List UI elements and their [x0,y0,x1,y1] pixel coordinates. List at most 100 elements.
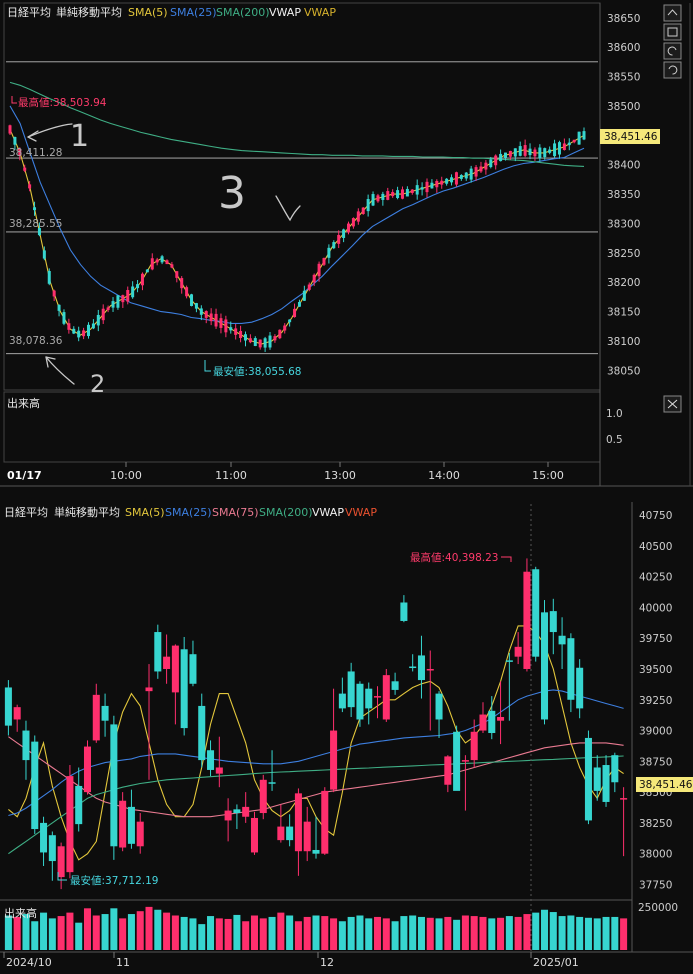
daily-legend-sma5[interactable]: SMA(5) [125,506,165,519]
daily-candle-3 [31,741,39,830]
daily-legend-vwap-1[interactable]: VWAP [312,506,344,519]
daily-y-tick-39250: 39250 [639,695,672,707]
intraday-y-tick-38300: 38300 [607,218,640,230]
daily-candle-35 [312,849,320,854]
intraday-candle-22 [116,295,120,308]
intraday-candle-52 [263,338,267,348]
daily-volume-bar-5 [48,918,56,950]
intraday-candle-25 [131,286,135,298]
daily-volume-bar-43 [382,918,390,950]
intraday-y-tick-38350: 38350 [607,189,640,201]
intraday-candle-73 [366,199,370,212]
daily-x-tick-12: 12 [320,956,334,969]
daily-candle-19 [171,645,179,693]
redo-button[interactable] [663,61,682,79]
daily-volume-bar-42 [374,916,382,950]
daily-volume-bar-21 [189,918,197,950]
intraday-price-tag: 38,451.46 [604,131,658,143]
daily-volume-bar-53 [470,916,478,950]
intraday-candle-0 [8,125,12,134]
intraday-candle-53 [268,335,272,348]
intraday-candle-72 [361,207,365,214]
daily-volume-bar-22 [198,924,206,950]
intraday-x-tick-10:00: 10:00 [110,469,142,482]
daily-volume-bar-70 [620,918,628,950]
daily-volume-bar-23 [207,916,215,950]
copy-button[interactable] [663,23,682,41]
daily-candle-31 [277,826,285,841]
charts-canvas: 38050 38100 38150 38200 38250 38300 38350 38400… [0,0,693,970]
daily-volume-bar-41 [365,918,373,950]
daily-volume-bar-36 [321,916,329,950]
daily-volume-bar-32 [286,915,294,950]
daily-candle-41 [365,688,373,709]
intraday-candle-13 [72,328,76,334]
daily-candle-21 [189,654,197,684]
intraday-candle-57 [288,319,292,323]
daily-volume-bar-8 [75,922,83,950]
intraday-candle-112 [557,142,561,155]
daily-volume-bar-69 [611,916,619,950]
daily-candle-1 [13,707,21,720]
daily-legend-sma200[interactable]: SMA(200) [259,506,313,519]
daily-volume-bar-31 [277,912,285,950]
intraday-candle-43 [219,318,223,328]
intraday-candle-62 [312,274,316,283]
daily-legend-sma25[interactable]: SMA(25) [165,506,212,519]
daily-candle-23 [207,750,215,770]
intraday-candle-86 [430,182,434,189]
daily-volume-bar-61 [540,909,549,950]
intraday-candle-117 [582,131,586,140]
intraday-legend-sma5[interactable]: SMA(5) [128,6,168,19]
daily-candle-67 [593,767,601,791]
daily-volume-bar-40 [356,915,364,950]
daily-legend-vwap-2[interactable]: VWAP [345,506,377,519]
collapse-panel-button[interactable] [663,4,682,22]
intraday-candle-115 [572,139,576,143]
daily-legend-sma75[interactable]: SMA(75) [212,506,259,519]
daily-low-label: 最安値:37,712.19 [70,874,158,887]
annotation-number-1: 1 [70,119,89,154]
daily-volume-bar-10 [92,915,100,950]
daily-y-tick-37750: 37750 [639,879,672,891]
daily-candle-2 [22,730,30,761]
intraday-legend-sma200[interactable]: SMA(200) [216,6,270,19]
daily-volume-bar-27 [242,921,250,950]
intraday-legend-sma25[interactable]: SMA(25) [170,6,217,19]
intraday-candle-56 [283,325,287,331]
daily-volume-bar-63 [558,916,566,950]
intraday-candle-111 [553,143,557,157]
daily-volume-bar-11 [101,914,109,950]
intraday-candle-80 [400,189,404,199]
intraday-y-tick-38500: 38500 [607,101,640,113]
daily-candle-56 [497,717,505,721]
daily-candle-46 [409,666,417,669]
intraday-candle-44 [224,319,228,333]
intraday-volume-tick-0-5: 0.5 [606,434,623,446]
intraday-candle-45 [229,327,233,331]
daily-candle-39 [347,671,355,708]
daily-candle-52 [461,760,469,762]
daily-candle-47 [417,655,425,681]
close-volume-button[interactable] [663,395,682,413]
intraday-candle-116 [577,131,581,145]
intraday-candle-49 [248,338,252,343]
intraday-date-label: 01/17 [7,469,42,482]
daily-volume-title: 出来高 [4,906,37,920]
daily-candle-63 [558,635,566,645]
daily-volume-bar-7 [66,912,74,950]
refresh-button[interactable] [663,42,682,60]
daily-candle-24 [215,767,223,774]
intraday-candle-54 [273,336,277,341]
intraday-candle-21 [111,301,115,308]
intraday-candle-68 [342,229,346,238]
daily-volume-bar-19 [171,915,179,950]
intraday-candle-82 [410,189,414,193]
intraday-legend-vwap-2[interactable]: VWAP [304,6,336,19]
intraday-legend-vwap-1[interactable]: VWAP [269,6,301,19]
daily-price-tag: 38,451.46 [639,779,693,791]
daily-y-tick-39750: 39750 [639,633,672,645]
daily-candle-18 [163,656,171,669]
intraday-y-tick-38650: 38650 [607,13,640,25]
intraday-y-tick-38400: 38400 [607,160,640,172]
